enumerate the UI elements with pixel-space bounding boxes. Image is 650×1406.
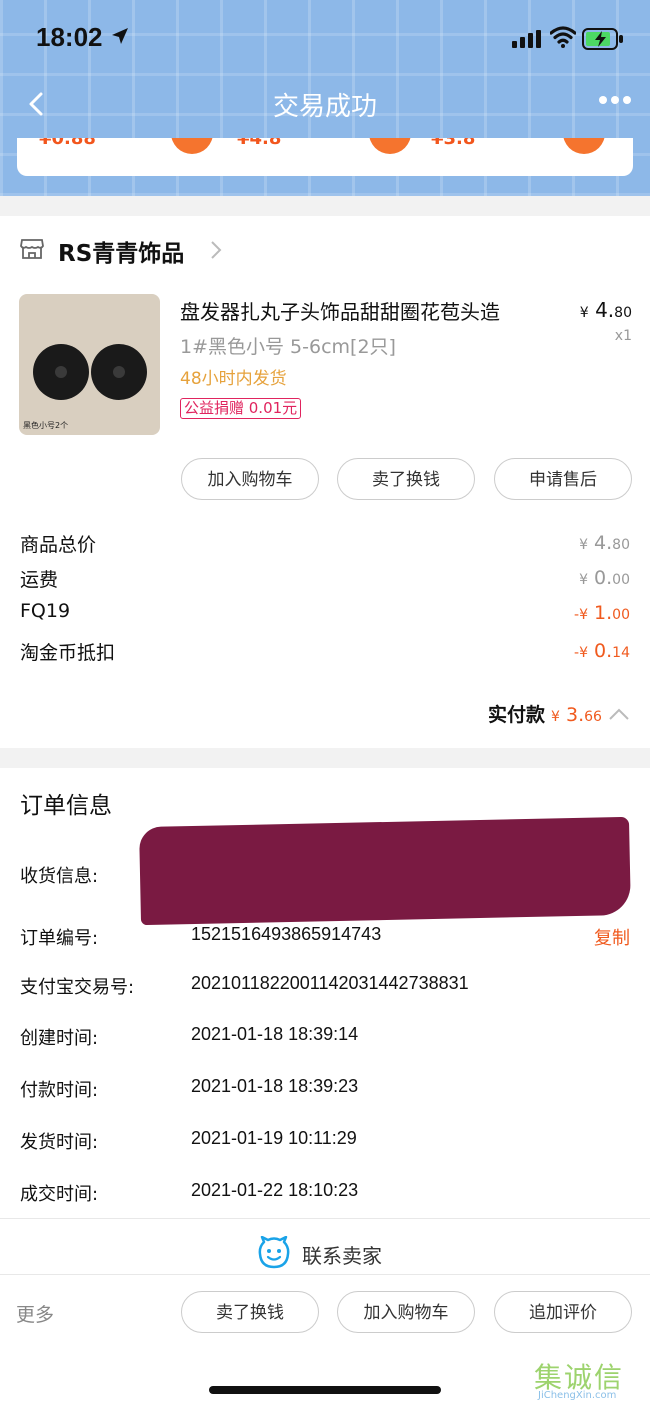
cost-label: FQ19 [20,600,71,622]
cart-icon[interactable] [171,138,213,154]
store-icon [20,239,44,259]
cost-value: -¥ 0.14 [574,640,630,662]
add-to-cart-button[interactable]: 加入购物车 [181,458,319,500]
resell-bottom-button[interactable]: 卖了换钱 [181,1291,319,1333]
paid-time: 2021-01-18 18:39:23 [191,1076,359,1096]
cost-label: 淘金币抵扣 [20,642,116,664]
info-label: 收货信息: [20,866,99,887]
section-divider [0,196,650,216]
divider [0,1218,650,1219]
cost-value: ¥ 4.80 [579,532,630,554]
order-info-title: 订单信息 [20,793,112,819]
reco-price[interactable]: ¥4.8 [237,138,281,149]
wifi-icon [550,26,576,48]
info-label: 支付宝交易号: [20,977,135,998]
shipping-note: 48小时内发货 [180,369,287,389]
shipped-time: 2021-01-19 10:11:29 [191,1128,357,1148]
status-bar: 18:02 [0,0,650,76]
info-label: 付款时间: [20,1080,99,1101]
actual-payment[interactable]: 实付款 ¥ 3.66 [488,700,630,727]
cost-label: 运费 [20,569,59,591]
charity-badge: 公益捐赠 0.01元 [180,398,302,419]
info-label: 发货时间: [20,1132,99,1153]
home-indicator [209,1386,441,1394]
after-sale-button[interactable]: 申请售后 [494,458,632,500]
reco-price[interactable]: ¥0.88 [39,138,96,149]
order-number: 1521516493865914743 [191,924,382,944]
info-label: 订单编号: [20,928,99,949]
watermark-url: JiChengXin.com [538,1390,617,1401]
chevron-right-icon [211,241,222,259]
smiley-chat-icon [258,1236,290,1269]
product-title[interactable]: 盘发器扎丸子头饰品甜甜圈花苞头造 [180,296,500,325]
copy-button[interactable]: 复制 [594,924,630,950]
product-image[interactable]: 黑色小号2个 [19,294,160,435]
product-quantity: x1 [614,328,632,344]
cost-value: -¥ 1.00 [574,602,630,624]
divider [0,1274,650,1275]
add-review-button[interactable]: 追加评价 [494,1291,632,1333]
cellular-signal-icon [512,30,541,48]
info-label: 创建时间: [20,1028,99,1049]
resell-button[interactable]: 卖了换钱 [337,458,475,500]
redacted-address [139,816,631,926]
cost-label: 商品总价 [20,534,97,556]
chevron-up-icon[interactable] [608,707,630,721]
product-image-caption: 黑色小号2个 [23,421,69,430]
recommendation-strip: ¥0.88 ¥4.8 ¥3.8 [17,138,633,176]
created-time: 2021-01-18 18:39:14 [191,1024,359,1044]
alipay-trade-number: 2021011822001142031442738831 [191,973,469,993]
cart-icon[interactable] [369,138,411,154]
watermark: 集诚信 JiChengXin.com [534,1356,624,1401]
completed-time: 2021-01-22 18:10:23 [191,1180,359,1200]
product-photo-bun [91,344,147,400]
battery-charging-icon [582,28,623,50]
cost-value: ¥ 0.00 [579,567,630,589]
section-divider [0,748,650,768]
reco-price[interactable]: ¥3.8 [431,138,475,149]
contact-seller-label: 联系卖家 [302,1244,382,1268]
product-photo-bun [33,344,89,400]
clock: 18:02 [36,22,103,52]
product-spec: 1#黑色小号 5-6cm[2只] [180,336,396,358]
page-title: 交易成功 [272,92,377,122]
navigation-bar: 交易成功 [0,76,650,132]
cart-icon[interactable] [563,138,605,154]
more-button[interactable]: 更多 [16,1300,54,1327]
info-label: 成交时间: [20,1184,99,1205]
shop-name: RS青青饰品 [58,241,185,267]
add-to-cart-bottom-button[interactable]: 加入购物车 [337,1291,475,1333]
location-arrow-icon [112,28,128,44]
product-price: ¥ 4.80 [579,298,632,322]
more-options-icon[interactable] [598,94,632,106]
